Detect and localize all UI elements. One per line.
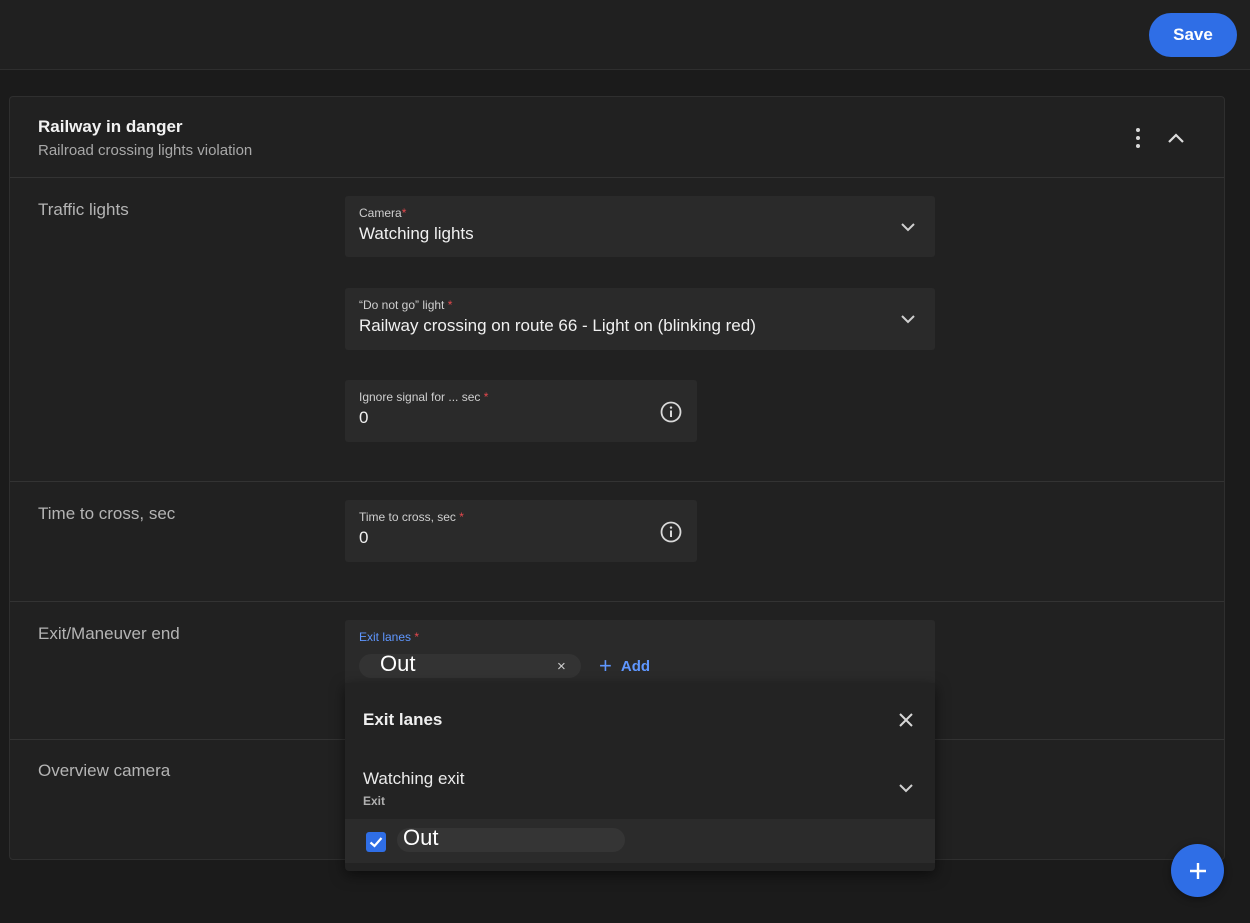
lane-chip[interactable]: Out — [359, 651, 581, 678]
card-subtitle: Railroad crossing lights violation — [38, 142, 253, 159]
time-to-cross-input[interactable]: Time to cross, sec * 0 — [345, 500, 697, 562]
section-traffic-lights: Traffic lights Camera* Watching lights “… — [10, 178, 1224, 482]
checkbox[interactable] — [366, 832, 386, 852]
option-label: Out — [403, 825, 439, 850]
field-value: Watching lights — [359, 224, 474, 243]
camera-group-sub: Exit — [363, 794, 386, 808]
chip-label: Out — [380, 651, 416, 676]
section-label: Exit/Maneuver end — [38, 624, 180, 643]
popup-title: Exit lanes — [363, 710, 443, 729]
field-label: Exit lanes * — [359, 630, 420, 644]
field-label: “Do not go” light * — [359, 298, 453, 312]
info-icon[interactable] — [659, 400, 683, 424]
add-label: Add — [620, 657, 651, 675]
check-icon — [369, 837, 383, 848]
card-title: Railway in danger — [38, 117, 183, 136]
field-value: 0 — [359, 528, 369, 547]
top-bar: Save — [0, 0, 1250, 70]
section-label: Time to cross, sec — [38, 504, 176, 523]
ignore-signal-input[interactable]: Ignore signal for ... sec * 0 — [345, 380, 697, 442]
camera-group-name[interactable]: Watching exit — [363, 769, 464, 789]
field-label: Time to cross, sec * — [359, 510, 464, 524]
save-button[interactable]: Save — [1149, 13, 1237, 57]
exit-lanes-popup: Exit lanes Watching exit Exit Out — [345, 683, 935, 871]
plus-icon: + — [599, 653, 612, 678]
exit-lanes-field[interactable]: Exit lanes * Out × + Add — [345, 620, 935, 686]
more-vert-icon[interactable] — [1128, 126, 1148, 150]
field-value: Railway crossing on route 66 - Light on … — [359, 316, 756, 335]
plus-icon — [1189, 862, 1206, 879]
section-label: Overview camera — [38, 761, 171, 780]
close-icon[interactable]: × — [557, 658, 566, 675]
chevron-down-icon[interactable] — [897, 779, 915, 797]
field-value: 0 — [359, 408, 369, 427]
chevron-down-icon — [901, 223, 915, 232]
chevron-up-icon[interactable] — [1165, 127, 1187, 149]
field-label: Ignore signal for ... sec * — [359, 390, 489, 404]
chevron-down-icon — [901, 315, 915, 324]
add-fab-button[interactable] — [1171, 844, 1224, 897]
section-time-to-cross: Time to cross, sec Time to cross, sec * … — [10, 482, 1224, 602]
field-label: Camera* — [359, 206, 407, 220]
do-not-go-light-select[interactable]: “Do not go” light * Railway crossing on … — [345, 288, 935, 350]
lane-option-row[interactable]: Out — [345, 819, 935, 863]
section-label: Traffic lights — [38, 200, 129, 219]
camera-select[interactable]: Camera* Watching lights — [345, 196, 935, 257]
card-header: Railway in danger Railroad crossing ligh… — [10, 97, 1224, 178]
add-lane-button[interactable]: + Add — [599, 653, 651, 678]
close-icon[interactable] — [897, 711, 915, 729]
info-icon[interactable] — [659, 520, 683, 544]
